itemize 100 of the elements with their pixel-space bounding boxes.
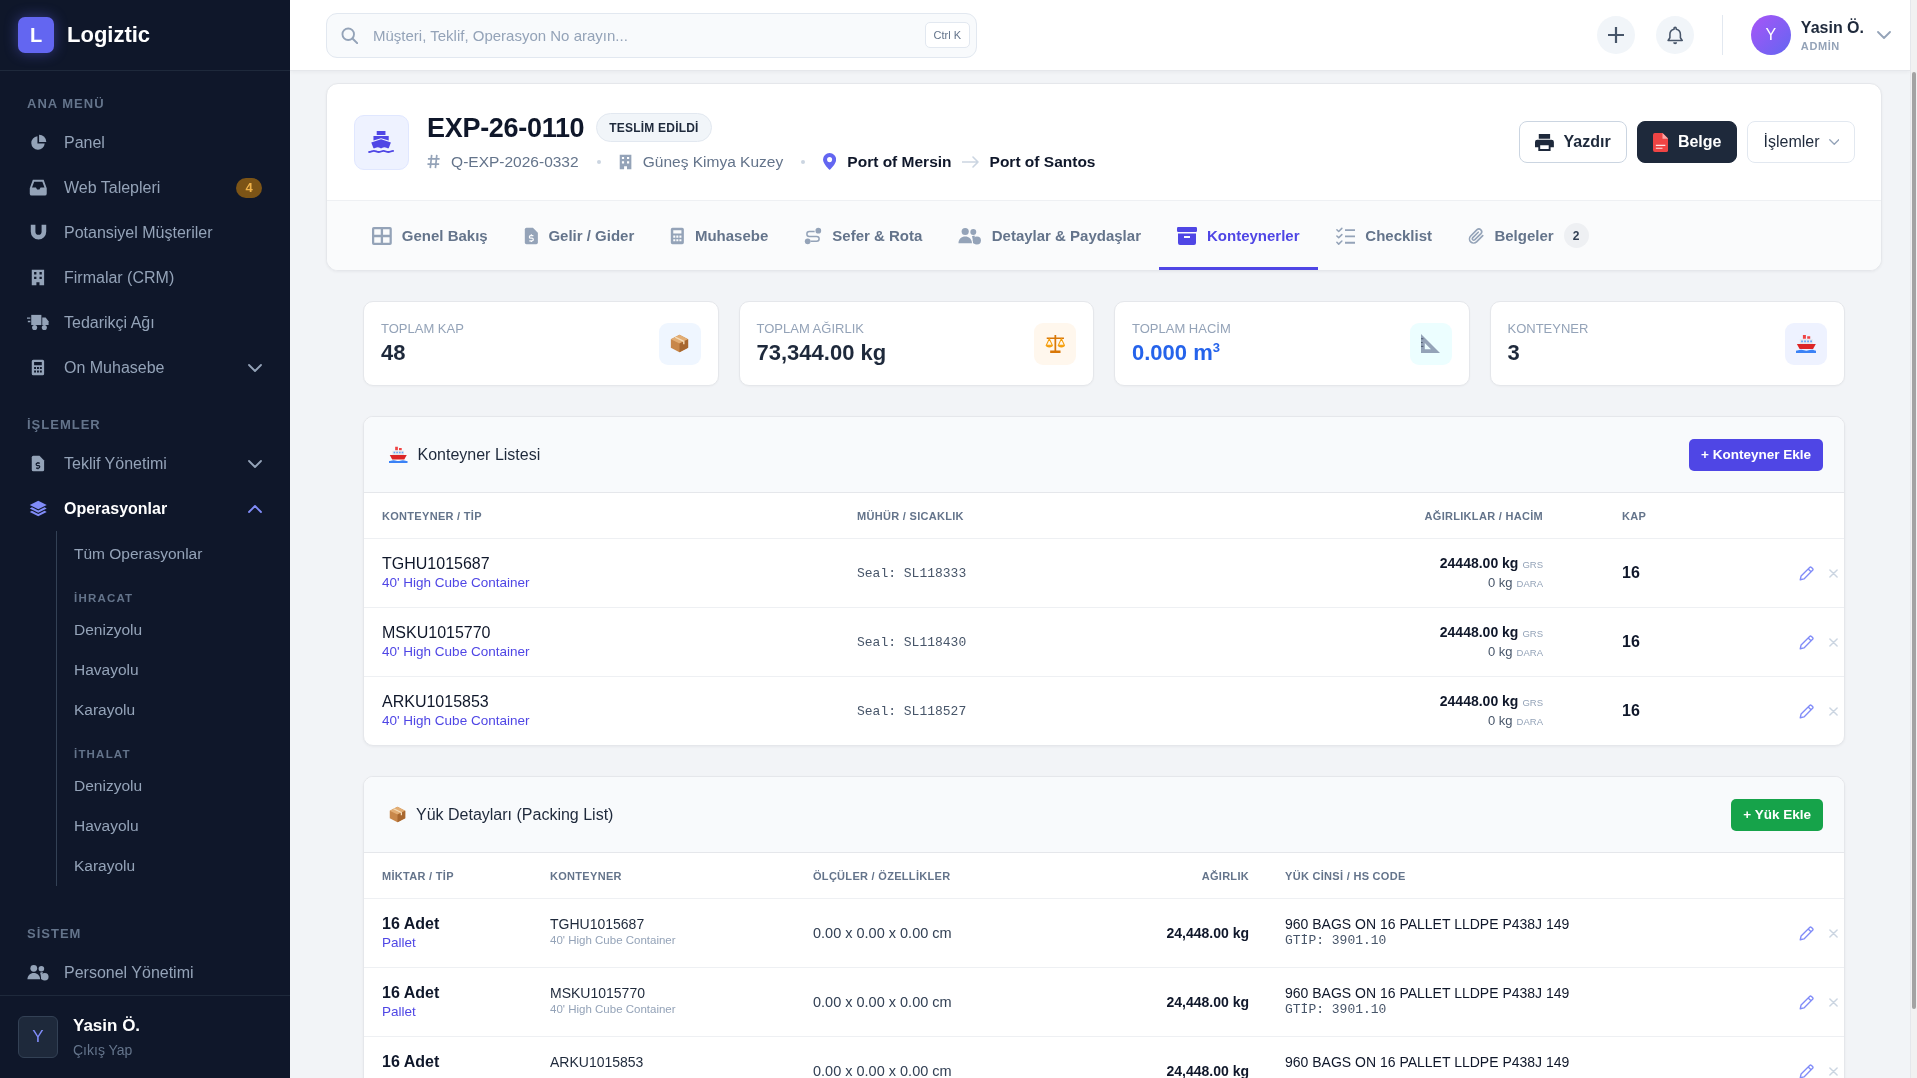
pencil-icon[interactable] xyxy=(1799,994,1814,1010)
cargo-description: 960 BAGS ON 16 PALLET LLDPE P438J 149 xyxy=(1285,984,1570,1002)
weight-type-label: DARA xyxy=(1516,714,1543,729)
building-icon xyxy=(31,269,45,286)
tab[interactable]: Muhasebe xyxy=(652,201,787,270)
submenu-item[interactable]: Karayolu xyxy=(74,700,136,720)
user-avatar: Y xyxy=(18,1016,58,1058)
sidebar-item[interactable]: Tedarikçi Ağı xyxy=(27,310,262,335)
sidebar-item[interactable]: Operasyonlar xyxy=(27,496,262,521)
column-header: YÜK CİNSİ / HS CODE xyxy=(1285,869,1406,882)
print-button[interactable]: Yazdır xyxy=(1518,121,1627,163)
container-number: MSKU1015770 xyxy=(550,984,645,1002)
bell-icon xyxy=(1666,25,1683,45)
container-type: 40' High Cube Container xyxy=(550,1002,676,1017)
cargo-description: 960 BAGS ON 16 PALLET LLDPE P438J 149 xyxy=(1285,915,1570,933)
pencil-icon[interactable] xyxy=(1799,703,1814,719)
status-badge: TESLİM EDİLDİ xyxy=(596,113,712,142)
tab[interactable]: Belgeler 2 xyxy=(1450,201,1607,270)
chevron-up-icon[interactable] xyxy=(248,504,262,513)
package-count: 16 xyxy=(1622,702,1640,720)
sidebar-item[interactable]: On Muhasebe xyxy=(27,355,262,380)
actions-menu-button[interactable]: İşlemler xyxy=(1747,121,1855,163)
column-header: AĞIRLIKLAR / HACİM xyxy=(1424,509,1543,522)
tab[interactable]: Konteynerler xyxy=(1159,201,1318,270)
logout-link[interactable]: Çıkış Yap xyxy=(73,1042,133,1058)
count-badge: 4 xyxy=(236,177,262,198)
tab[interactable]: Detaylar & Paydaşlar xyxy=(940,201,1159,270)
sidebar-item[interactable]: Web Talepleri 4 xyxy=(27,175,262,200)
scales-icon xyxy=(1034,322,1076,365)
tab[interactable]: Gelir / Gider xyxy=(505,201,653,270)
operation-code: EXP-26-0110 xyxy=(427,111,585,144)
tab[interactable]: Checklist xyxy=(1317,201,1450,270)
seal-number: Seal: SL118527 xyxy=(857,703,967,719)
submenu-item[interactable]: Karayolu xyxy=(74,856,136,876)
dollar-document-icon xyxy=(31,455,45,472)
submenu-item[interactable]: Havayolu xyxy=(74,816,139,836)
calculator-icon xyxy=(670,226,685,245)
scrollbar-track[interactable] xyxy=(1910,0,1917,1078)
pencil-icon[interactable] xyxy=(1799,565,1814,581)
paperclip-icon xyxy=(1468,226,1485,245)
document-button[interactable]: Belge xyxy=(1636,121,1738,163)
route-icon xyxy=(804,226,823,245)
sidebar-item[interactable]: Firmalar (CRM) xyxy=(27,265,262,290)
pie-chart-icon xyxy=(29,134,47,151)
section-title: İŞLEMLER xyxy=(27,417,101,433)
tab[interactable]: Sefer & Rota xyxy=(786,201,941,270)
user-name: Yasin Ö. xyxy=(1800,18,1864,37)
container-number: TGHU1015687 xyxy=(550,915,645,933)
logo-mark: L xyxy=(18,17,54,53)
dimensions: 0.00 x 0.00 x 0.00 cm xyxy=(813,1063,952,1078)
container-number: ARKU1015853 xyxy=(550,1053,644,1071)
ship-icon xyxy=(354,114,409,170)
pencil-icon[interactable] xyxy=(1799,1063,1814,1078)
submenu-item[interactable]: Denizyolu xyxy=(74,776,143,796)
sidebar-item[interactable]: Potansiyel Müşteriler xyxy=(27,220,262,245)
gross-weight: 24448.00 kg xyxy=(1439,622,1519,641)
container-number: ARKU1015853 xyxy=(382,692,489,712)
pencil-icon[interactable] xyxy=(1799,925,1814,941)
submenu-item[interactable]: Havayolu xyxy=(74,660,139,680)
destination-port: Port of Santos xyxy=(989,151,1096,172)
sidebar-item[interactable]: Panel xyxy=(27,130,262,155)
app-name: Logiztic xyxy=(67,22,151,48)
quantity: 16 Adet xyxy=(382,914,440,934)
section-title: ANA MENÜ xyxy=(27,96,105,112)
sidebar-item[interactable]: Personel Yönetimi xyxy=(27,960,262,985)
stat-label: TOPLAM HACİM xyxy=(1132,321,1231,337)
add-button[interactable] xyxy=(1596,16,1635,54)
arrow-right-icon xyxy=(961,155,980,168)
container-number: MSKU1015770 xyxy=(382,623,491,643)
submenu-item[interactable]: Tüm Operasyonlar xyxy=(74,544,203,564)
container-type: 40' High Cube Container xyxy=(382,643,530,660)
submenu-item[interactable]: Denizyolu xyxy=(74,620,143,640)
cargo-weight: 24,448.00 kg xyxy=(1166,1062,1249,1078)
add-container-button[interactable]: + Konteyner Ekle xyxy=(1689,438,1823,471)
dollar-document-icon xyxy=(523,226,539,245)
user-avatar[interactable]: Y xyxy=(1750,15,1791,55)
chevron-down-icon[interactable] xyxy=(248,363,262,372)
users-gear-icon xyxy=(27,964,49,981)
dimensions: 0.00 x 0.00 x 0.00 cm xyxy=(813,925,952,941)
submenu-heading: İTHALAT xyxy=(74,747,131,762)
pencil-icon[interactable] xyxy=(1799,634,1814,650)
building-icon xyxy=(618,153,632,170)
users-gear-icon xyxy=(958,226,982,245)
weight-type-label: GRS xyxy=(1522,557,1543,572)
tab[interactable]: Genel Bakış xyxy=(354,201,506,270)
gross-weight: 24448.00 kg xyxy=(1439,553,1519,572)
scrollbar-thumb[interactable] xyxy=(1912,72,1916,1009)
layers-icon xyxy=(28,500,48,517)
box-icon xyxy=(1177,226,1197,245)
weight-type-label: GRS xyxy=(1522,695,1543,710)
column-header: AĞIRLIK xyxy=(1201,869,1249,882)
chevron-down-icon[interactable] xyxy=(248,459,262,468)
company-name: Güneş Kimya Kuzey xyxy=(642,151,784,172)
search-icon xyxy=(341,26,358,44)
notifications-button[interactable] xyxy=(1655,16,1694,54)
sidebar-item[interactable]: Teklif Yönetimi xyxy=(27,451,262,476)
printer-icon xyxy=(1534,133,1554,151)
container-type: 40' High Cube Container xyxy=(550,933,676,948)
tare-weight: 0 kg xyxy=(1488,711,1513,730)
origin-port: Port of Mersin xyxy=(847,151,952,172)
